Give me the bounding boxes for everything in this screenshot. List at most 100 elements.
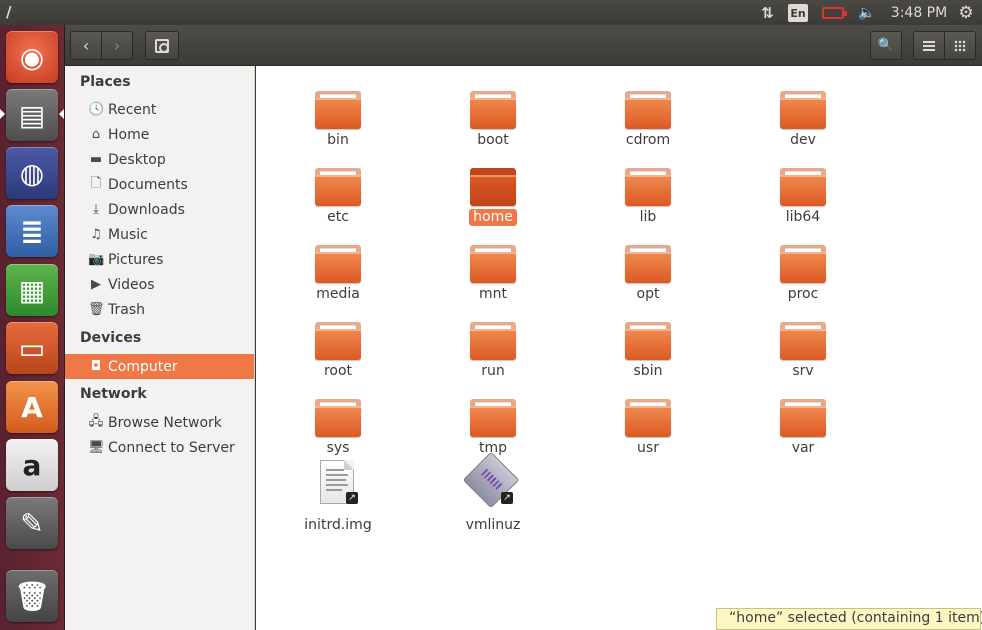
file-item[interactable]: ↗ vmlinuz [443, 451, 543, 534]
trash-icon[interactable]: 🗑 [6, 570, 58, 622]
ubuntu-dash-icon[interactable]: ◉ [6, 31, 58, 83]
sidebar-header-places: Places [80, 74, 131, 90]
sidebar-item-desktop[interactable]: ▬ Desktop [65, 147, 254, 172]
calc-icon[interactable]: ▦ [6, 264, 58, 316]
files-icon[interactable]: ▤ [6, 89, 58, 141]
sidebar-item-browse-network[interactable]: 🖧 Browse Network [65, 410, 254, 435]
music-icon: ♫ [90, 227, 102, 242]
sidebar-item-home[interactable]: ⌂ Home [65, 122, 254, 147]
list-icon [923, 40, 935, 51]
top-panel: / ⇅ En 🔈 3:48 PM ⚙ [0, 0, 982, 25]
home-icon: ⌂ [91, 127, 101, 142]
folder-icon [625, 322, 671, 360]
running-indicator [0, 109, 5, 119]
folder-item[interactable]: opt [598, 229, 698, 302]
chevron-right-icon: › [113, 36, 121, 55]
folder-item[interactable]: boot [443, 75, 543, 148]
amazon-icon[interactable]: a [6, 439, 58, 491]
list-view-button[interactable] [913, 31, 945, 60]
sidebar-item-recent[interactable]: 🕓 Recent [65, 97, 254, 122]
folder-icon [315, 245, 361, 283]
computer-drive-icon [155, 38, 169, 53]
chevron-left-icon: ‹ [82, 36, 90, 55]
folder-icon [470, 91, 516, 129]
desktop-icon: ▬ [89, 152, 103, 167]
location-computer-button[interactable] [145, 31, 179, 60]
folder-icon [470, 322, 516, 360]
document-icon: 🗋 [90, 175, 102, 191]
system-settings-icon[interactable]: ✎ [6, 497, 58, 549]
folder-item[interactable]: media [288, 229, 388, 302]
writer-icon[interactable]: ≣ [6, 205, 58, 257]
window-header: ‹ › 🔍 [65, 25, 982, 66]
folder-icon [780, 322, 826, 360]
sidebar-item-connect-to-server[interactable]: 🖥 Connect to Server [65, 435, 254, 460]
folder-icon [625, 91, 671, 129]
volume-icon[interactable]: 🔈 [856, 3, 878, 22]
file-item[interactable]: ↗ initrd.img [288, 460, 388, 534]
sidebar-item-music[interactable]: ♫ Music [65, 222, 254, 247]
folder-icon [625, 168, 671, 206]
folder-icon [780, 399, 826, 437]
folder-item[interactable]: tmp [443, 383, 543, 456]
folder-item[interactable]: bin [288, 75, 388, 148]
search-icon: 🔍 [877, 38, 895, 53]
forward-button[interactable]: › [101, 31, 133, 60]
folder-item[interactable]: srv [753, 306, 853, 379]
sidebar: Places 🕓 Recent ⌂ Home ▬ Desktop 🗋 Documents… [65, 66, 255, 630]
clock-icon: 🕓 [88, 102, 105, 117]
impress-icon[interactable]: ▭ [6, 322, 58, 374]
file-grid: bin boot cdrom dev etc home lib lib64 me… [256, 66, 982, 630]
sidebar-item-documents[interactable]: 🗋 Documents [65, 172, 254, 197]
folder-item[interactable]: dev [753, 75, 853, 148]
session-gear-icon[interactable]: ⚙ [955, 3, 977, 23]
sidebar-item-trash[interactable]: 🗑 Trash [65, 297, 254, 322]
firefox-icon[interactable]: ◍ [6, 147, 58, 199]
folder-icon [315, 168, 361, 206]
folder-icon [315, 322, 361, 360]
keyboard-layout-indicator[interactable]: En [788, 4, 808, 22]
software-center-icon[interactable]: A [6, 381, 58, 433]
folder-item[interactable]: etc [288, 152, 388, 225]
sidebar-item-downloads[interactable]: ⤓ Downloads [65, 197, 254, 222]
folder-item[interactable]: lib64 [753, 152, 853, 225]
status-bar: “home” selected (containing 1 item) [716, 608, 982, 630]
folder-icon [470, 245, 516, 283]
network-icon: 🖧 [88, 413, 104, 429]
folder-icon [470, 168, 516, 206]
folder-item[interactable]: mnt [443, 229, 543, 302]
launcher: ◉ ▤ ◍ ≣ ▦ ▭ A a ✎ 🗑 [0, 25, 65, 630]
sidebar-item-videos[interactable]: ▶ Videos [65, 272, 254, 297]
folder-item[interactable]: usr [598, 383, 698, 456]
search-button[interactable]: 🔍 [870, 31, 902, 60]
folder-item[interactable]: lib [598, 152, 698, 225]
folder-item[interactable]: cdrom [598, 75, 698, 148]
grid-view-button[interactable] [944, 31, 976, 60]
folder-icon [780, 245, 826, 283]
app-title: / [6, 3, 12, 21]
folder-item[interactable]: sys [288, 383, 388, 456]
folder-item-selected[interactable]: home [443, 152, 543, 226]
folder-icon [625, 399, 671, 437]
folder-item[interactable]: run [443, 306, 543, 379]
focused-indicator [59, 109, 64, 119]
folder-icon [315, 399, 361, 437]
computer-drive-icon: ◘ [90, 359, 102, 374]
trash-icon: 🗑 [88, 302, 105, 317]
folder-icon [315, 91, 361, 129]
sidebar-header-devices: Devices [80, 330, 142, 346]
camera-icon: 📷 [88, 252, 105, 267]
sidebar-header-network: Network [80, 386, 147, 402]
folder-item[interactable]: proc [753, 229, 853, 302]
battery-icon[interactable] [820, 3, 847, 22]
back-button[interactable]: ‹ [70, 31, 102, 60]
folder-item[interactable]: var [753, 383, 853, 456]
sidebar-item-computer[interactable]: ◘ Computer [65, 354, 254, 379]
symlink-arrow-icon: ↗ [501, 492, 513, 504]
folder-item[interactable]: sbin [598, 306, 698, 379]
sidebar-item-pictures[interactable]: 📷 Pictures [65, 247, 254, 272]
network-indicator-icon[interactable]: ⇅ [755, 3, 777, 22]
clock[interactable]: 3:48 PM [890, 3, 948, 22]
folder-item[interactable]: root [288, 306, 388, 379]
folder-icon [780, 168, 826, 206]
